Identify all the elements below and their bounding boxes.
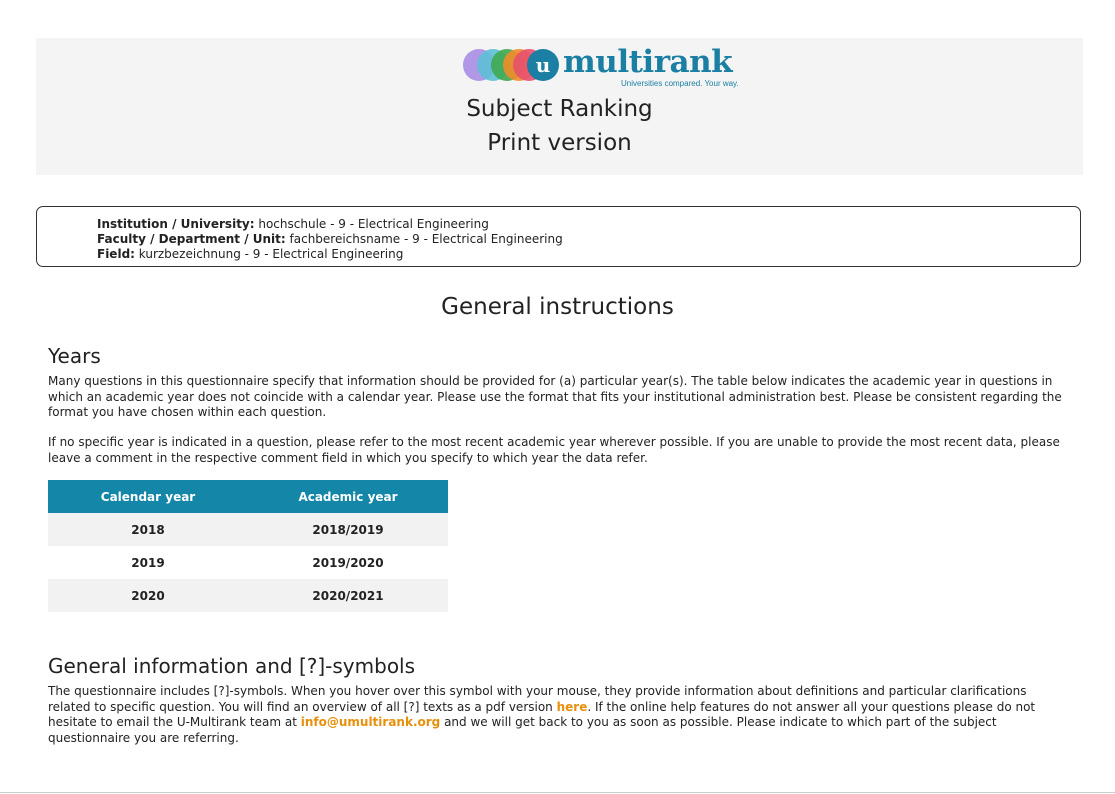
page-subtitle: Print version [487,130,632,156]
institution-label: Institution / University: [97,217,255,231]
faculty-label: Faculty / Department / Unit: [97,232,286,246]
email-link[interactable]: info@umultirank.org [301,715,441,729]
academic-year-cell: 2018/2019 [248,513,448,546]
calendar-year-cell: 2019 [48,546,248,579]
years-paragraph-1: Many questions in this questionnaire spe… [48,374,1062,419]
calendar-year-cell: 2020 [48,579,248,612]
general-instructions-heading: General instructions [441,294,674,320]
pdf-overview-link[interactable]: here [557,700,588,714]
field-label: Field: [97,247,135,261]
years-paragraph-2: If no specific year is indicated in a qu… [48,435,1060,465]
print-page: u multirank Universities compared. Your … [0,0,1115,794]
institution-info-box: Institution / University: hochschule - 9… [36,206,1081,267]
page-header: u multirank Universities compared. Your … [36,38,1083,175]
logo-wordmark: multirank [563,44,733,80]
general-info-paragraph: The questionnaire includes [?]-symbols. … [48,684,1068,746]
table-header-row: Calendar year Academic year [48,480,448,513]
calendar-year-header: Calendar year [48,480,248,513]
svg-text:u: u [536,53,551,77]
faculty-line: Faculty / Department / Unit: fachbereich… [97,232,563,246]
years-heading: Years [48,344,101,368]
logo-tagline: Universities compared. Your way. [621,79,739,88]
logo-circles-icon: u [463,49,559,81]
page-title: Subject Ranking [466,96,653,122]
table-row: 2019 2019/2020 [48,546,448,579]
year-table: Calendar year Academic year 2018 2018/20… [48,480,448,612]
bottom-divider [0,792,1115,793]
field-line: Field: kurzbezeichnung - 9 - Electrical … [97,247,403,261]
academic-year-header: Academic year [248,480,448,513]
calendar-year-cell: 2018 [48,513,248,546]
institution-value: hochschule - 9 - Electrical Engineering [254,217,489,231]
academic-year-cell: 2020/2021 [248,579,448,612]
table-row: 2018 2018/2019 [48,513,448,546]
general-info-heading: General information and [?]-symbols [48,654,416,678]
institution-line: Institution / University: hochschule - 9… [97,217,489,231]
field-value: kurzbezeichnung - 9 - Electrical Enginee… [134,247,404,261]
umultirank-logo: u multirank Universities compared. Your … [463,44,739,90]
faculty-value: fachbereichsname - 9 - Electrical Engine… [285,232,563,246]
academic-year-cell: 2019/2020 [248,546,448,579]
table-row: 2020 2020/2021 [48,579,448,612]
